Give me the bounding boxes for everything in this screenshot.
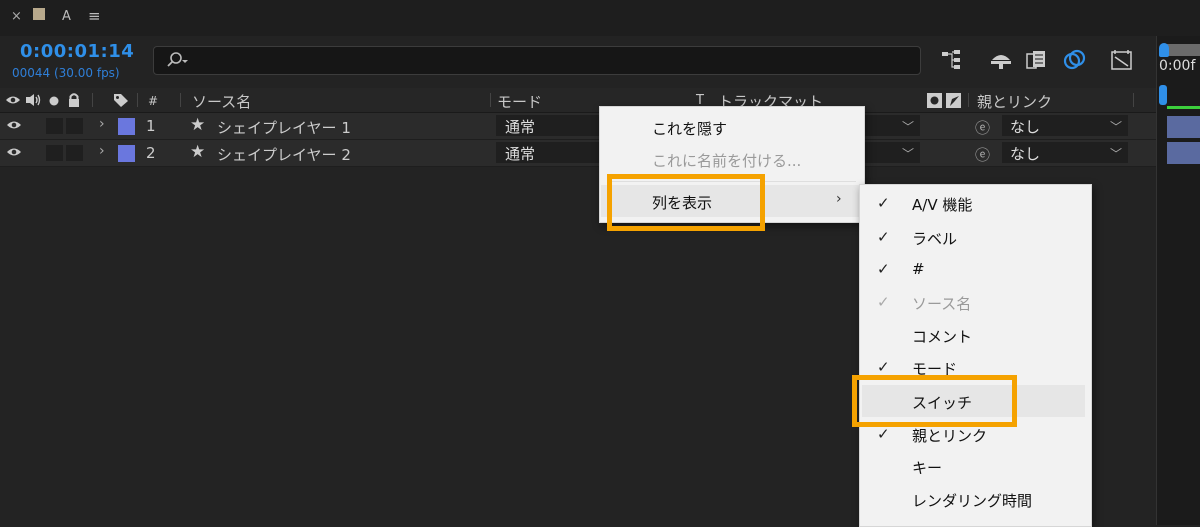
column-mode[interactable]: モード	[497, 91, 542, 112]
timeline-area[interactable]: 0:00f	[1156, 36, 1200, 525]
lock-toggle[interactable]	[66, 145, 83, 161]
check-icon: ✓	[877, 293, 890, 311]
timeline-time-label: 0:00f	[1159, 58, 1196, 74]
submenu-item-parent-link[interactable]: 親とリンク	[912, 425, 987, 446]
layer-row[interactable]: › 2 ★ シェイプレイヤー 2 通常 ﹀ ⓔ なし ﹀	[0, 140, 1156, 167]
check-icon: ✓	[877, 358, 890, 376]
layer-column-header: # ソース名 モード T トラックマット 親とリンク	[0, 88, 1156, 113]
lock-header-icon[interactable]	[67, 92, 81, 108]
solo-toggle[interactable]	[46, 118, 63, 134]
expand-chevron-icon[interactable]: ›	[99, 116, 105, 132]
composition-flowchart-icon[interactable]	[940, 49, 966, 71]
parent-value: なし	[1010, 118, 1041, 136]
layer-search-input[interactable]	[153, 46, 921, 75]
columns-submenu: ✓ A/V 機能 ✓ ラベル ✓ # ✓ ソース名 コメント ✓ モード スイッ…	[859, 184, 1092, 527]
panel-menu-icon[interactable]: ≡	[88, 7, 101, 25]
submenu-item-comment[interactable]: コメント	[912, 326, 972, 347]
render-cache-bar	[1167, 106, 1200, 109]
layer-number: 1	[146, 117, 156, 135]
lock-toggle[interactable]	[66, 118, 83, 134]
parent-dropdown[interactable]: なし ﹀	[1002, 115, 1128, 136]
check-icon: ✓	[877, 425, 890, 443]
submenu-item-keys[interactable]: キー	[912, 457, 942, 478]
layer-name[interactable]: シェイプレイヤー 1	[217, 117, 351, 138]
draft-3d-icon[interactable]	[988, 49, 1014, 71]
composition-tab-label[interactable]: A	[62, 9, 71, 24]
blend-mode-value: 通常	[505, 118, 536, 136]
frame-count-display: 00044 (30.00 fps)	[12, 66, 120, 80]
matte-invert-header-icon[interactable]	[946, 93, 961, 108]
chevron-down-icon: ﹀	[901, 120, 914, 134]
layer-row[interactable]: › 1 ★ シェイプレイヤー 1 通常 ﹀ ⓔ なし ﹀	[0, 113, 1156, 140]
column-source-name[interactable]: ソース名	[192, 91, 251, 112]
blend-mode-dropdown[interactable]: 通常	[496, 142, 600, 163]
track-matte-dropdown[interactable]: ﹀	[865, 142, 920, 163]
check-icon: ✓	[877, 228, 890, 246]
video-eye-header-icon[interactable]	[5, 94, 21, 106]
menu-item-hide-this[interactable]: これを隠す	[652, 118, 727, 139]
submenu-item-av-features[interactable]: A/V 機能	[912, 194, 972, 215]
menu-item-rename-this[interactable]: これに名前を付ける...	[652, 150, 801, 171]
submenu-item-label[interactable]: ラベル	[912, 228, 957, 249]
submenu-item-number[interactable]: #	[912, 260, 925, 278]
chevron-down-icon: ﹀	[1109, 147, 1122, 161]
current-time-indicator[interactable]	[1159, 85, 1167, 105]
highlight-columns-item	[607, 174, 765, 231]
close-tab-button[interactable]: ×	[11, 9, 22, 24]
label-color-swatch[interactable]	[118, 145, 135, 162]
video-eye-icon[interactable]	[6, 146, 22, 158]
chevron-down-icon: ﹀	[1109, 120, 1122, 134]
panel-tab-bar	[0, 0, 1200, 36]
layer-name[interactable]: シェイプレイヤー 2	[217, 144, 351, 165]
work-area-start-handle[interactable]	[1159, 43, 1169, 57]
pick-whip-spiral-icon[interactable]: ⓔ	[975, 117, 990, 138]
frame-blending-icon[interactable]	[1026, 49, 1048, 71]
layer-number: 2	[146, 144, 156, 162]
shape-layer-star-icon: ★	[190, 115, 206, 135]
composition-color-swatch	[33, 8, 45, 20]
parent-value: なし	[1010, 145, 1041, 163]
layer-duration-bar-1[interactable]	[1167, 116, 1200, 138]
column-number[interactable]: #	[148, 94, 158, 108]
shape-layer-star-icon: ★	[190, 142, 206, 162]
graph-editor-icon[interactable]	[1110, 49, 1134, 71]
column-parent-link[interactable]: 親とリンク	[977, 91, 1052, 112]
current-time-display[interactable]: 0:00:01:14	[20, 41, 134, 62]
blend-mode-dropdown[interactable]: 通常	[496, 115, 600, 136]
chevron-down-icon: ﹀	[901, 147, 914, 161]
submenu-item-render-time[interactable]: レンダリング時間	[912, 490, 1032, 511]
highlight-switches-item	[852, 375, 1017, 427]
label-color-swatch[interactable]	[118, 118, 135, 135]
solo-toggle[interactable]	[46, 145, 63, 161]
check-icon: ✓	[877, 194, 890, 212]
label-tag-header-icon[interactable]	[112, 92, 130, 108]
expand-chevron-icon[interactable]: ›	[99, 143, 105, 159]
motion-blur-icon[interactable]	[1062, 49, 1088, 71]
blend-mode-value: 通常	[505, 145, 536, 163]
search-icon[interactable]	[165, 51, 191, 69]
parent-dropdown[interactable]: なし ﹀	[1002, 142, 1128, 163]
pick-whip-spiral-icon[interactable]: ⓔ	[975, 144, 990, 165]
video-eye-icon[interactable]	[6, 119, 22, 131]
solo-dot-header-icon[interactable]	[48, 95, 60, 107]
check-icon: ✓	[877, 260, 890, 278]
layer-duration-bar-2[interactable]	[1167, 142, 1200, 164]
track-matte-dropdown[interactable]: ﹀	[865, 115, 920, 136]
submenu-item-source-name[interactable]: ソース名	[912, 293, 971, 314]
audio-speaker-header-icon[interactable]	[25, 93, 43, 107]
submenu-arrow-icon: ›	[836, 191, 842, 207]
matte-switch-header-icon[interactable]	[927, 93, 942, 108]
